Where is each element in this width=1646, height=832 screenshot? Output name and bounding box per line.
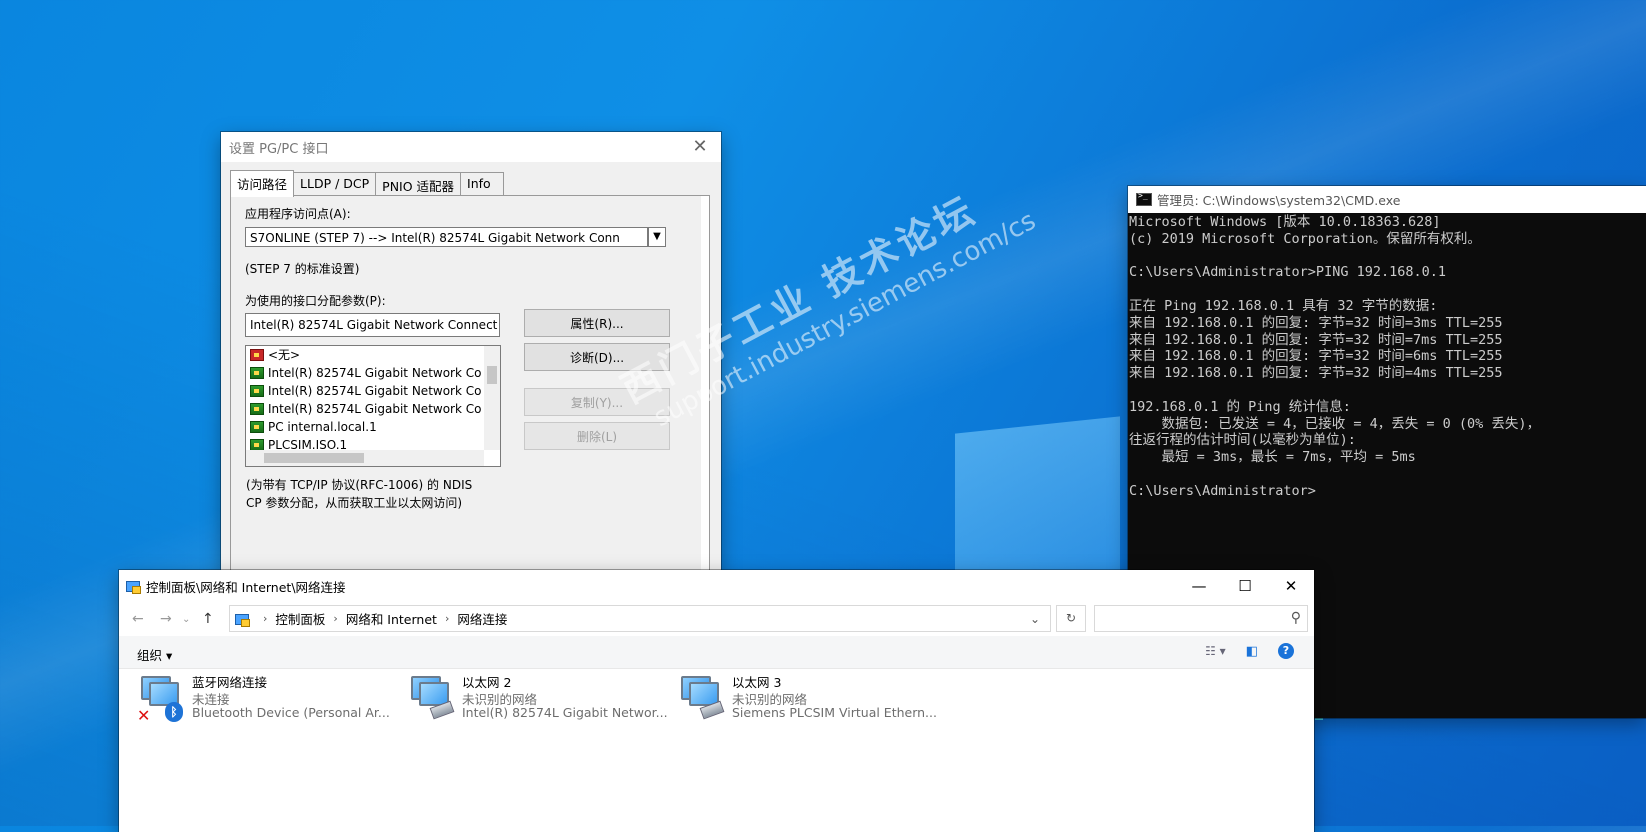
connection-ethernet-3[interactable]: 以太网 3 未识别的网络 Siemens PLCSIM Virtual Ethe… [677, 672, 937, 728]
console-prompt: C:\Users\Administrator> [1129, 482, 1316, 499]
scrollbar-thumb[interactable] [487, 366, 497, 384]
command-bar: 组织 ▾ ☷ ▾ ◧ ? [119, 636, 1314, 669]
console-line: 来自 192.168.0.1 的回复: 字节=32 时间=4ms TTL=255 [1129, 365, 1503, 382]
dialog-title: 设置 PG/PC 接口 [229, 141, 329, 157]
ethernet-network-icon [677, 674, 725, 720]
console-line: 192.168.0.1 的 Ping 统计信息: [1129, 398, 1351, 415]
back-arrow-icon[interactable]: ← [132, 611, 144, 627]
disconnected-icon: ✕ [137, 706, 151, 725]
note-line-1: (为带有 TCP/IP 协议(RFC-1006) 的 NDIS [246, 478, 473, 492]
ethernet-network-icon [407, 674, 455, 720]
tab-info[interactable]: Info [460, 172, 505, 197]
list-item[interactable]: Intel(R) 82574L Gigabit Network Co [246, 382, 500, 400]
up-arrow-icon[interactable]: ↑ [202, 611, 214, 627]
explorer-titlebar: 控制面板\网络和 Internet\网络连接 — ☐ ✕ [119, 570, 1314, 602]
param-label: 为使用的接口分配参数(P): [245, 294, 386, 308]
change-view-icon[interactable]: ☷ ▾ [1205, 644, 1226, 658]
console-line: 来自 192.168.0.1 的回复: 字节=32 时间=7ms TTL=255 [1129, 331, 1503, 348]
pgpc-interface-dialog: 设置 PG/PC 接口 ✕ 访问路径 LLDP / DCP PNIO 适配器 I… [221, 132, 721, 572]
horizontal-scrollbar[interactable] [246, 450, 484, 466]
help-icon[interactable]: ? [1278, 643, 1294, 659]
console-line: 往返行程的估计时间(以毫秒为单位): [1129, 432, 1356, 449]
dialog-titlebar: 设置 PG/PC 接口 ✕ [221, 132, 721, 162]
search-icon: ⚲ [1290, 610, 1301, 626]
selected-interface-field[interactable]: Intel(R) 82574L Gigabit Network Connect [245, 313, 500, 337]
chevron-down-icon[interactable]: ▼ [648, 227, 666, 247]
list-item[interactable]: Intel(R) 82574L Gigabit Network Co [246, 400, 500, 418]
minimize-button[interactable]: — [1176, 570, 1222, 602]
console-line: (c) 2019 Microsoft Corporation。保留所有权利。 [1129, 230, 1481, 247]
connection-device: Siemens PLCSIM Virtual Ethern... [732, 705, 937, 720]
bluetooth-icon: ᛒ [165, 702, 183, 722]
connection-device: Bluetooth Device (Personal Ar... [192, 705, 390, 720]
preview-pane-icon[interactable]: ◧ [1246, 644, 1258, 659]
copy-button[interactable]: 复制(Y)... [524, 388, 670, 416]
interface-listbox[interactable]: <无> Intel(R) 82574L Gigabit Network Co I… [245, 345, 501, 467]
note-line-2: CP 参数分配，从而获取工业以太网访问) [246, 496, 463, 510]
address-bar[interactable]: › 控制面板 › 网络和 Internet › 网络连接 ⌄ [229, 605, 1051, 632]
recent-locations-chevron-icon[interactable]: ⌄ [182, 614, 190, 625]
scrollbar-thumb[interactable] [264, 453, 364, 463]
console-line: 来自 192.168.0.1 的回复: 字节=32 时间=6ms TTL=255 [1129, 348, 1503, 365]
breadcrumb-separator: › [333, 612, 338, 625]
tab-pnio-adapter[interactable]: PNIO 适配器 [375, 172, 462, 197]
cmd-title: 管理员: C:\Windows\system32\CMD.exe [1157, 193, 1401, 208]
cmd-titlebar: 管理员: C:\Windows\system32\CMD.exe [1128, 186, 1646, 213]
access-point-select[interactable]: S7ONLINE (STEP 7) --> Intel(R) 82574L Gi… [245, 227, 648, 247]
connection-device: Intel(R) 82574L Gigabit Networ... [462, 705, 668, 720]
console-line: 最短 = 3ms，最长 = 7ms，平均 = 5ms [1129, 449, 1416, 466]
console-icon [1136, 191, 1152, 206]
search-input[interactable]: ⚲ [1094, 605, 1308, 632]
address-bar-row: ← → ⌄ ↑ › 控制面板 › 网络和 Internet › 网络连接 ⌄ ↻… [119, 602, 1314, 636]
access-point-description: (STEP 7 的标准设置) [245, 262, 360, 276]
breadcrumb-separator: › [263, 612, 268, 625]
control-panel-icon [234, 612, 250, 627]
connection-bluetooth[interactable]: ✕ ᛒ 蓝牙网络连接 未连接 Bluetooth Device (Persona… [137, 672, 397, 728]
list-item[interactable]: <无> [246, 346, 500, 364]
chevron-down-icon[interactable]: ⌄ [1030, 612, 1040, 626]
bluetooth-network-icon: ✕ ᛒ [137, 674, 183, 725]
console-line: 数据包: 已发送 = 4，已接收 = 4，丢失 = 0 (0% 丢失)， [1129, 415, 1541, 432]
connection-ethernet-2[interactable]: 以太网 2 未识别的网络 Intel(R) 82574L Gigabit Net… [407, 672, 668, 728]
forward-arrow-icon[interactable]: → [160, 611, 172, 627]
network-card-icon [250, 385, 264, 397]
console-line: 正在 Ping 192.168.0.1 具有 32 字节的数据: [1129, 297, 1438, 314]
close-button[interactable]: ✕ [1268, 570, 1314, 602]
console-line: C:\Users\Administrator>PING 192.168.0.1 [1129, 264, 1446, 281]
disabled-network-icon [250, 349, 264, 361]
network-card-icon [250, 403, 264, 415]
list-item[interactable]: PC internal.local.1 [246, 418, 500, 436]
breadcrumb-network-connections[interactable]: 网络连接 [457, 609, 507, 628]
console-line: Microsoft Windows [版本 10.0.18363.628] [1129, 214, 1441, 230]
organize-menu[interactable]: 组织 ▾ [137, 645, 172, 664]
network-connections-window: 控制面板\网络和 Internet\网络连接 — ☐ ✕ ← → ⌄ ↑ › 控… [119, 570, 1314, 832]
tab-access-path[interactable]: 访问路径 [230, 170, 295, 197]
maximize-button[interactable]: ☐ [1222, 570, 1268, 602]
properties-button[interactable]: 属性(R)... [524, 309, 670, 337]
access-point-label: 应用程序访问点(A): [245, 207, 351, 221]
control-panel-icon [125, 579, 141, 594]
list-item[interactable]: Intel(R) 82574L Gigabit Network Co [246, 364, 500, 382]
diagnostics-button[interactable]: 诊断(D)... [524, 343, 670, 371]
console-line: 来自 192.168.0.1 的回复: 字节=32 时间=3ms TTL=255 [1129, 314, 1503, 331]
breadcrumb-control-panel[interactable]: 控制面板 [275, 609, 325, 628]
delete-button[interactable]: 删除(L) [524, 422, 670, 450]
close-icon[interactable]: ✕ [689, 136, 711, 157]
breadcrumb-network-internet[interactable]: 网络和 Internet [346, 609, 437, 628]
view-controls: ☷ ▾ ◧ ? [1205, 643, 1294, 659]
network-card-icon [250, 367, 264, 379]
refresh-icon[interactable]: ↻ [1056, 605, 1086, 632]
tab-lldp-dcp[interactable]: LLDP / DCP [293, 172, 377, 197]
breadcrumb-separator: › [444, 612, 450, 625]
window-title: 控制面板\网络和 Internet\网络连接 [146, 579, 346, 595]
vertical-scrollbar[interactable] [484, 346, 500, 450]
network-card-icon [250, 421, 264, 433]
console-output[interactable]: Microsoft Windows [版本 10.0.18363.628] (c… [1128, 213, 1646, 500]
